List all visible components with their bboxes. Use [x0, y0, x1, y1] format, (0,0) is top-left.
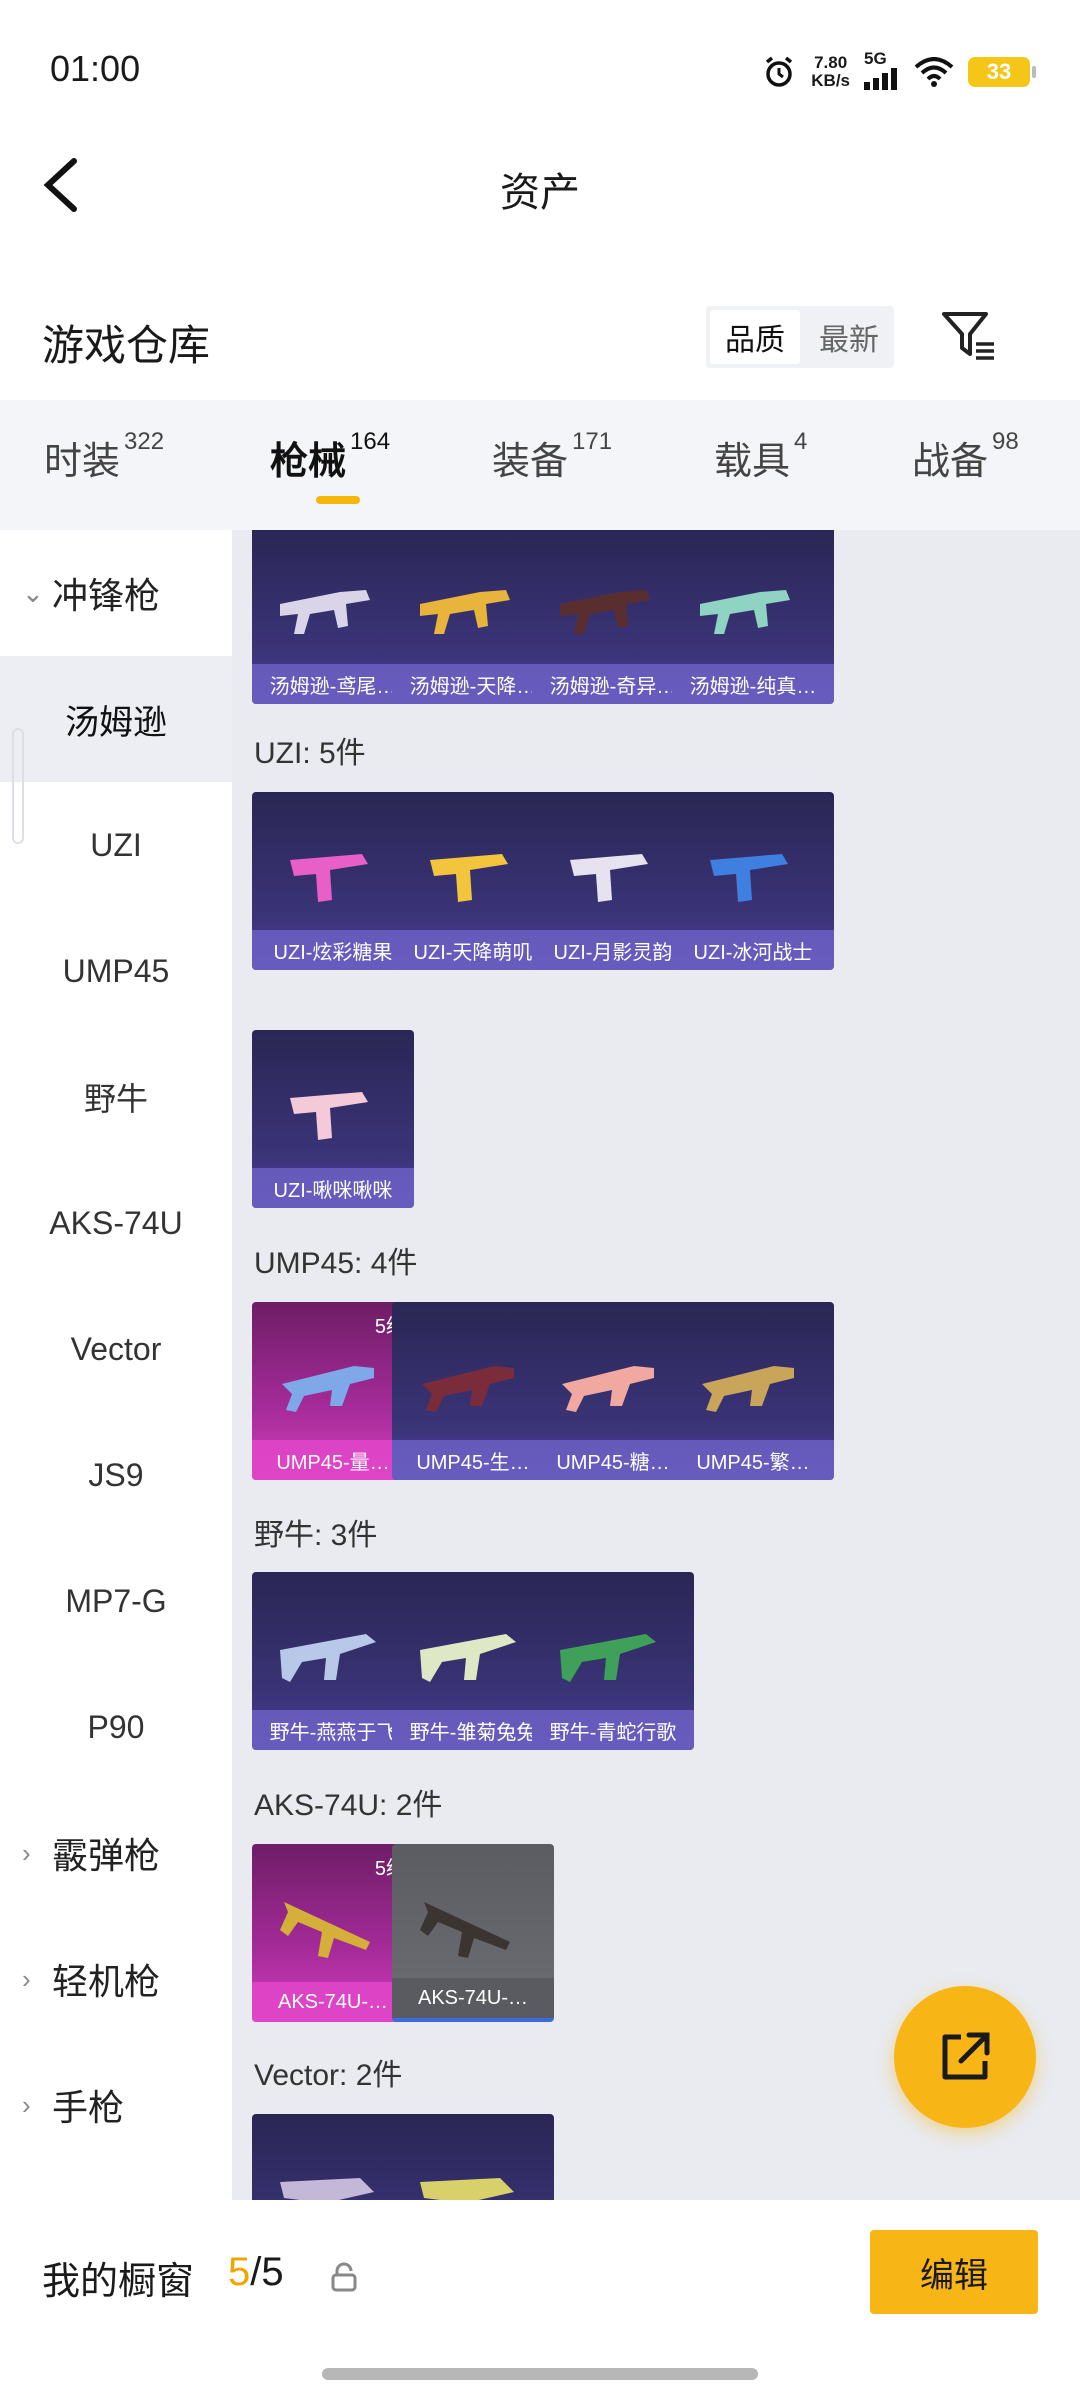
- gun-icon: [280, 1634, 376, 1682]
- sidebar-item-uzi[interactable]: UZI: [0, 782, 232, 908]
- edit-button[interactable]: 编辑: [870, 2230, 1038, 2314]
- gun-icon: [280, 590, 370, 634]
- skin-card[interactable]: [392, 2114, 554, 2200]
- filter-icon: [942, 312, 994, 360]
- skin-card[interactable]: UZI-冰河战士: [672, 792, 834, 970]
- skin-card[interactable]: 汤姆逊-奇异…: [532, 530, 694, 704]
- weapon-skin-grid: 汤姆逊-鸢尾… 汤姆逊-天降… 汤姆逊-奇异… 汤姆逊-纯真… UZI: 5件 …: [232, 530, 1080, 2200]
- sidebar-item-mp7g[interactable]: MP7-G: [0, 1538, 232, 1664]
- gun-icon: [570, 854, 648, 902]
- skin-card[interactable]: UZI-天降萌叽: [392, 792, 554, 970]
- skin-card[interactable]: AKS-74U-…: [392, 1844, 554, 2022]
- sidebar-item-thompson[interactable]: 汤姆逊: [0, 656, 232, 782]
- section-title-uzi: UZI: 5件: [254, 737, 366, 770]
- gun-icon: [290, 854, 368, 902]
- sidebar-item-p90[interactable]: P90: [0, 1664, 232, 1790]
- gun-icon: [700, 590, 790, 634]
- gun-icon: [710, 854, 788, 902]
- gun-icon: [420, 2178, 514, 2200]
- sort-toggle: 品质 最新: [706, 306, 894, 368]
- sidebar-item-vector[interactable]: Vector: [0, 1286, 232, 1412]
- skin-card[interactable]: UZI-月影灵韵: [532, 792, 694, 970]
- status-time: 01:00: [50, 48, 141, 89]
- section-title-bizon: 野牛: 3件: [254, 1519, 378, 1552]
- alarm-icon: [766, 56, 793, 87]
- skin-card[interactable]: 野牛-燕燕于飞: [252, 1572, 414, 1750]
- skin-card[interactable]: 野牛-雏菊兔兔: [392, 1572, 554, 1750]
- skin-card[interactable]: 汤姆逊-天降…: [392, 530, 554, 704]
- chevron-right-icon: ›: [22, 2089, 31, 2120]
- lock-icon: [331, 2262, 357, 2292]
- gun-icon: [420, 1902, 510, 1958]
- skin-card[interactable]: UZI-炫彩糖果: [252, 792, 414, 970]
- filter-button[interactable]: [940, 308, 998, 364]
- skin-card[interactable]: UMP45-繁…: [672, 1302, 834, 1480]
- tab-firearms[interactable]: 枪械 164: [270, 428, 390, 485]
- wifi-icon: [914, 57, 954, 87]
- sidebar-group-pistol[interactable]: › 手枪: [0, 2042, 232, 2168]
- skin-card[interactable]: 5级 AKS-74U-…: [252, 1844, 414, 2022]
- page-title: 资产: [500, 171, 580, 215]
- chevron-right-icon: ›: [22, 1837, 31, 1868]
- tab-vehicles[interactable]: 载具 4: [714, 428, 807, 485]
- tab-supplies[interactable]: 战备 98: [912, 428, 1019, 485]
- gun-icon: [280, 1902, 370, 1958]
- weapon-category-sidebar: ⌄ 冲锋枪 汤姆逊 UZI UMP45 野牛 AKS-74U Vector JS…: [0, 530, 232, 2200]
- gun-icon: [560, 590, 650, 634]
- skin-card[interactable]: 野牛-青蛇行歌: [532, 1572, 694, 1750]
- status-icons: 7.80 KB/s 5G 33: [761, 50, 1036, 94]
- chevron-right-icon: ›: [22, 1963, 31, 1994]
- skin-card[interactable]: 5级 UMP45-量…: [252, 1302, 414, 1480]
- tab-equipment[interactable]: 装备 171: [492, 428, 612, 485]
- skin-card[interactable]: 汤姆逊-纯真…: [672, 530, 834, 704]
- signal-indicator: 5G: [864, 50, 900, 94]
- gun-icon: [702, 1366, 794, 1412]
- tab-fashion[interactable]: 时装 322: [44, 428, 164, 485]
- sidebar-group-lmg[interactable]: › 轻机枪: [0, 1916, 232, 2042]
- skin-card[interactable]: UMP45-糖…: [532, 1302, 694, 1480]
- signal-icon: [864, 68, 897, 90]
- gun-icon: [282, 1366, 374, 1412]
- gun-icon: [560, 1634, 656, 1682]
- sidebar-scrollbar[interactable]: [12, 728, 24, 844]
- sidebar-group-smg[interactable]: ⌄ 冲锋枪: [0, 530, 232, 656]
- gun-icon: [290, 1092, 368, 1140]
- active-tab-indicator: [316, 496, 360, 504]
- gun-icon: [562, 1366, 654, 1412]
- section-title-aks74u: AKS-74U: 2件: [254, 1789, 443, 1822]
- section-title-ump45: UMP45: 4件: [254, 1247, 418, 1280]
- chevron-down-icon: ⌄: [22, 577, 44, 608]
- share-fab-button[interactable]: [894, 1986, 1036, 2128]
- skin-card[interactable]: 汤姆逊-鸢尾…: [252, 530, 414, 704]
- sidebar-item-ump45[interactable]: UMP45: [0, 908, 232, 1034]
- external-link-icon: [942, 2032, 990, 2080]
- skin-card[interactable]: [252, 2114, 414, 2200]
- gun-icon: [430, 854, 508, 902]
- sidebar-item-aks74u[interactable]: AKS-74U: [0, 1160, 232, 1286]
- status-bar: 01:00 7.80 KB/s 5G 33: [0, 0, 1080, 140]
- sidebar-group-shotgun[interactable]: › 霰弹枪: [0, 1790, 232, 1916]
- skin-card[interactable]: UZI-啾咪啾咪: [252, 1030, 414, 1208]
- sidebar-item-bizon[interactable]: 野牛: [0, 1034, 232, 1160]
- gun-icon: [280, 2178, 374, 2200]
- battery-indicator: 33: [968, 57, 1036, 87]
- showcase-count: 5/5: [228, 2250, 284, 2294]
- gun-icon: [420, 1634, 516, 1682]
- section-title-vector: Vector: 2件: [254, 2059, 403, 2092]
- sort-quality-button[interactable]: 品质: [710, 310, 800, 364]
- sidebar-item-js9[interactable]: JS9: [0, 1412, 232, 1538]
- net-speed: 7.80 KB/s: [811, 53, 850, 90]
- skin-card[interactable]: UMP45-生…: [392, 1302, 554, 1480]
- home-indicator[interactable]: [322, 2368, 758, 2380]
- sort-newest-button[interactable]: 最新: [804, 306, 894, 368]
- gun-icon: [422, 1366, 514, 1412]
- warehouse-title: 游戏仓库: [42, 322, 211, 369]
- showcase-label: 我的橱窗: [42, 2261, 195, 2303]
- gun-icon: [420, 590, 510, 634]
